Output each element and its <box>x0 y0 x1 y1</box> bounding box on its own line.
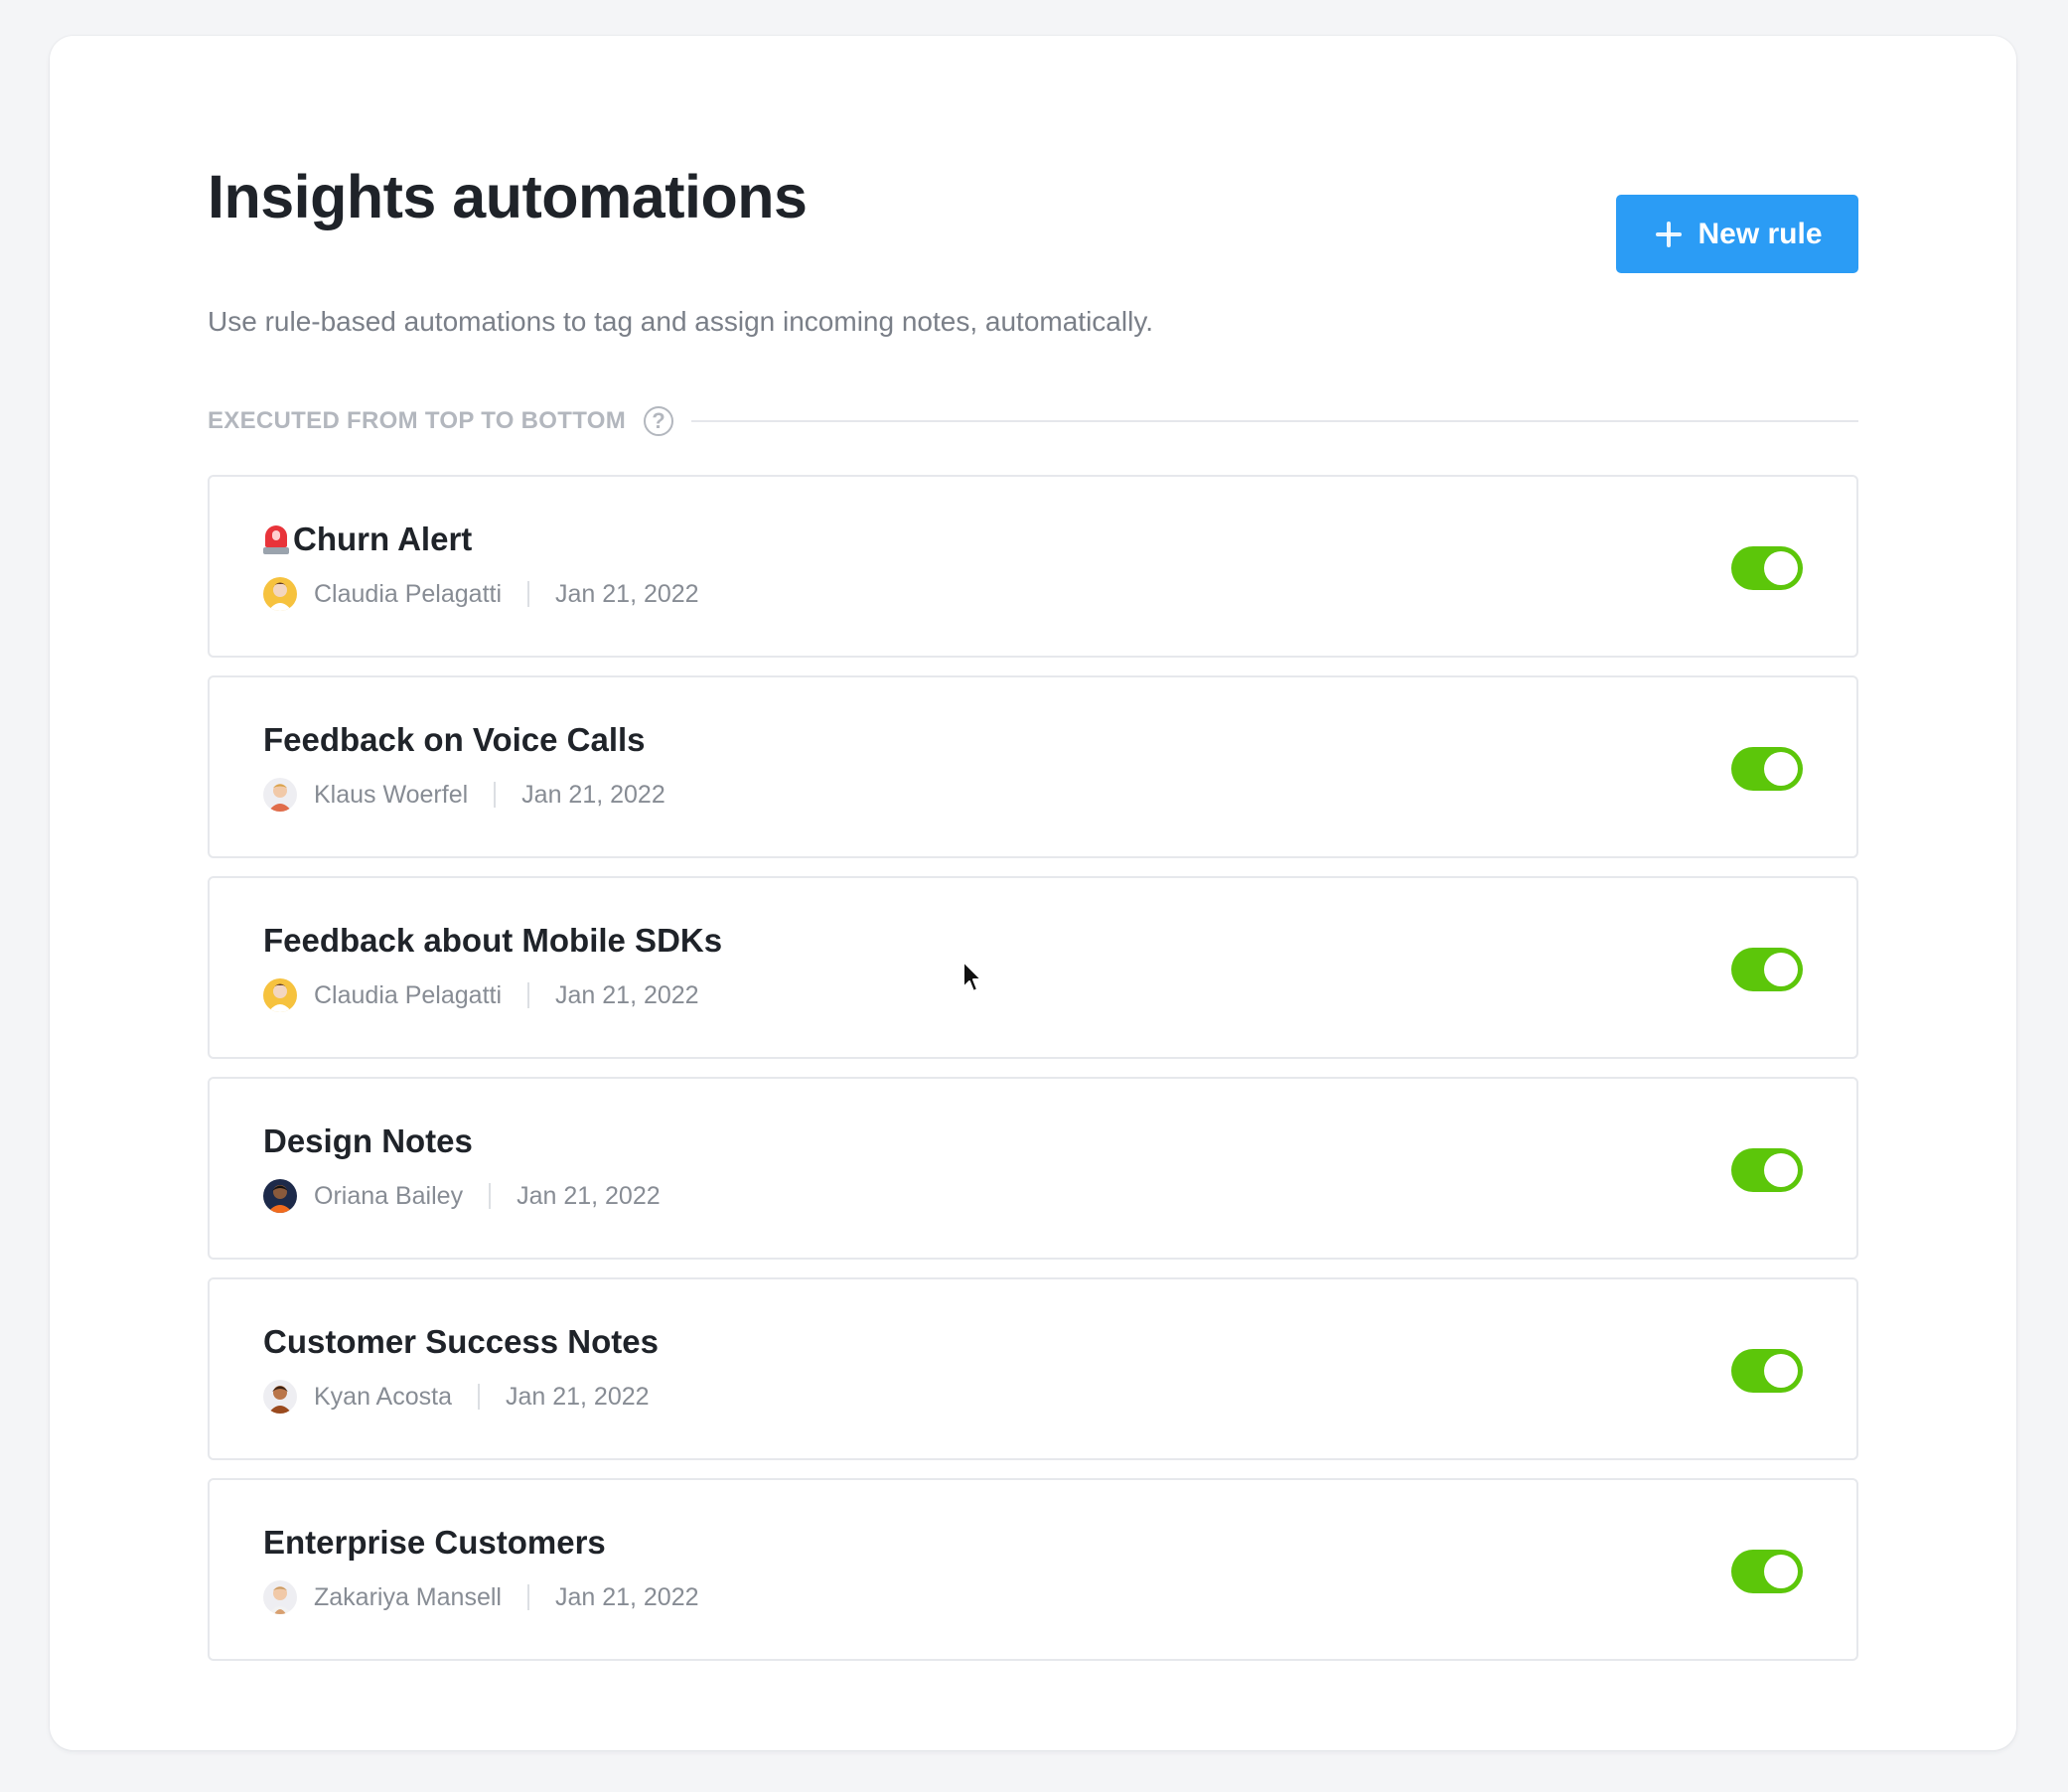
page-title: Insights automations <box>208 163 808 230</box>
rule-meta: Oriana Bailey Jan 21, 2022 <box>263 1178 661 1214</box>
rule-date: Jan 21, 2022 <box>517 1181 661 1210</box>
meta-separator <box>526 1584 529 1610</box>
rule-enabled-toggle[interactable] <box>1731 1148 1803 1192</box>
rule-enabled-toggle[interactable] <box>1731 1550 1803 1593</box>
rule-date: Jan 21, 2022 <box>505 1382 650 1411</box>
rule-title-text: Customer Success Notes <box>263 1323 659 1360</box>
rule-author: Oriana Bailey <box>314 1181 464 1210</box>
rule-meta: Claudia Pelagatti Jan 21, 2022 <box>263 576 699 612</box>
toggle-knob <box>1764 551 1798 585</box>
rule-card[interactable]: Feedback on Voice Calls Klaus Woerfel Ja… <box>208 675 1858 858</box>
rule-card[interactable]: Churn Alert Claudia Pelagatti Jan 21, 20… <box>208 475 1858 658</box>
rule-date: Jan 21, 2022 <box>521 780 665 809</box>
rule-title: Feedback about Mobile SDKs <box>263 922 722 960</box>
rule-date: Jan 21, 2022 <box>555 579 699 608</box>
avatar <box>263 1179 297 1213</box>
toggle-knob <box>1764 752 1798 786</box>
automations-card: Insights automations New rule Use rule-b… <box>50 36 2016 1750</box>
toggle-knob <box>1764 1354 1798 1388</box>
meta-separator <box>527 982 530 1008</box>
toggle-knob <box>1764 1153 1798 1187</box>
rule-meta: Kyan Acosta Jan 21, 2022 <box>263 1379 650 1415</box>
rule-card[interactable]: Enterprise Customers Zakariya Mansell Ja… <box>208 1478 1858 1661</box>
rule-meta: Claudia Pelagatti Jan 21, 2022 <box>263 977 699 1013</box>
rotating-light-icon <box>263 523 289 555</box>
avatar <box>263 978 297 1012</box>
rule-author: Klaus Woerfel <box>314 780 469 809</box>
rule-date: Jan 21, 2022 <box>555 980 699 1009</box>
rules-list: Churn Alert Claudia Pelagatti Jan 21, 20… <box>208 475 1858 1679</box>
rule-meta: Zakariya Mansell Jan 21, 2022 <box>263 1579 699 1615</box>
section-divider <box>691 420 1858 422</box>
rule-title-text: Churn Alert <box>293 521 473 557</box>
rule-enabled-toggle[interactable] <box>1731 948 1803 991</box>
execution-order-label: EXECUTED FROM TOP TO BOTTOM <box>208 407 627 434</box>
meta-separator <box>477 1384 480 1410</box>
rule-title: Customer Success Notes <box>263 1323 659 1361</box>
rule-enabled-toggle[interactable] <box>1731 747 1803 791</box>
rule-title-text: Feedback on Voice Calls <box>263 721 646 758</box>
rule-title-text: Enterprise Customers <box>263 1524 606 1561</box>
help-icon[interactable]: ? <box>644 406 674 436</box>
rule-date: Jan 21, 2022 <box>554 1582 699 1611</box>
avatar <box>263 577 297 611</box>
meta-separator <box>527 581 530 607</box>
page-subtitle: Use rule-based automations to tag and as… <box>208 306 1154 337</box>
rule-title-text: Design Notes <box>263 1122 473 1159</box>
plus-icon <box>1656 221 1683 247</box>
rule-card[interactable]: Design Notes Oriana Bailey Jan 21, 2022 <box>208 1077 1858 1260</box>
meta-separator <box>494 782 497 808</box>
toggle-knob <box>1764 953 1798 986</box>
meta-separator <box>489 1183 492 1209</box>
rule-author: Kyan Acosta <box>314 1382 452 1411</box>
avatar <box>263 1380 297 1414</box>
rule-author: Claudia Pelagatti <box>314 980 503 1009</box>
rule-title: Design Notes <box>263 1122 473 1160</box>
rule-enabled-toggle[interactable] <box>1731 1349 1803 1393</box>
rule-title: Feedback on Voice Calls <box>263 721 646 759</box>
avatar <box>263 778 297 812</box>
rule-title-text: Feedback about Mobile SDKs <box>263 922 723 959</box>
rule-enabled-toggle[interactable] <box>1731 546 1803 590</box>
avatar <box>263 1580 297 1614</box>
new-rule-button[interactable]: New rule <box>1616 195 1858 273</box>
rule-card[interactable]: Feedback about Mobile SDKs Claudia Pelag… <box>208 876 1858 1059</box>
page-header: Insights automations New rule <box>208 147 1858 273</box>
rule-author: Claudia Pelagatti <box>314 579 503 608</box>
rule-card[interactable]: Customer Success Notes Kyan Acosta Jan 2… <box>208 1277 1858 1460</box>
toggle-knob <box>1764 1555 1798 1588</box>
execution-order-header: EXECUTED FROM TOP TO BOTTOM ? <box>208 401 1858 441</box>
new-rule-label: New rule <box>1698 217 1823 250</box>
rule-meta: Klaus Woerfel Jan 21, 2022 <box>263 777 665 813</box>
rule-author: Zakariya Mansell <box>314 1582 502 1611</box>
rule-title: Churn Alert <box>263 521 472 558</box>
rule-title: Enterprise Customers <box>263 1524 606 1562</box>
